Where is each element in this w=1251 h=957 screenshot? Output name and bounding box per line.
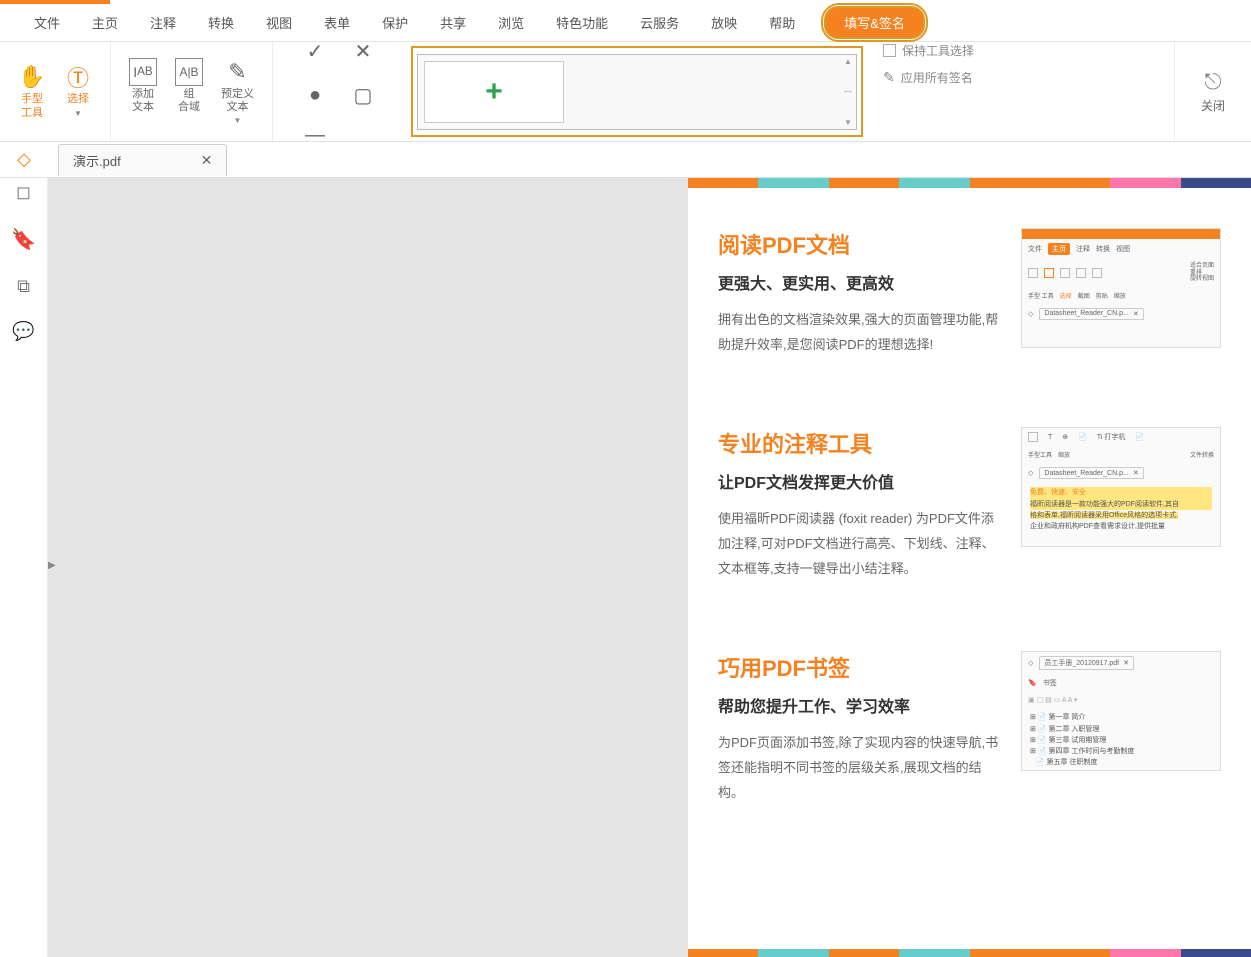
tool-add-text[interactable]: IAB 添加 文本 bbox=[123, 54, 163, 129]
side-panel-rail: ◻︎ 🔖 ⧉ 💬 bbox=[0, 178, 48, 957]
tool-combo-field[interactable]: A|B 组 合域 bbox=[169, 54, 209, 129]
annotate-icon[interactable]: ◇ bbox=[17, 149, 31, 169]
page-footer-colorbar bbox=[688, 949, 1251, 957]
tool-select[interactable]: Ⓣ 选择 ▼ bbox=[58, 59, 98, 123]
feature-body: 使用福昕PDF阅读器 (foxit reader) 为PDF文件添加注释,可对P… bbox=[718, 507, 1001, 581]
mark-line-icon[interactable]: — bbox=[301, 122, 329, 150]
menu-help[interactable]: 帮助 bbox=[755, 7, 809, 38]
bookmark-ribbon-icon[interactable]: 🔖 bbox=[11, 227, 36, 252]
expand-handle-icon[interactable]: ▶ bbox=[48, 560, 56, 571]
feature-title: 阅读PDF文档 bbox=[718, 228, 1001, 260]
document-viewport[interactable]: 阅读PDF文档 更强大、更实用、更高效 拥有出色的文档渲染效果,强大的页面管理功… bbox=[48, 178, 1251, 957]
opt-keep-tool[interactable]: 保持工具选择 bbox=[883, 42, 974, 59]
exit-icon: ⎋ bbox=[1204, 69, 1221, 95]
chevron-down-icon: ▼ bbox=[234, 116, 242, 125]
menu-comment[interactable]: 注释 bbox=[136, 7, 190, 38]
feature-subtitle: 帮助您提升工作、学习效率 bbox=[718, 693, 1001, 717]
page-right-content: 阅读PDF文档 更强大、更实用、更高效 拥有出色的文档渲染效果,强大的页面管理功… bbox=[688, 178, 1251, 957]
scroll-down-icon[interactable]: ▼ bbox=[844, 118, 852, 127]
menu-browse[interactable]: 浏览 bbox=[484, 7, 538, 38]
menu-fill-sign-highlight: 填写&签名 bbox=[821, 3, 928, 42]
plus-icon: + bbox=[485, 75, 503, 109]
document-tab[interactable]: 演示.pdf ✕ bbox=[58, 144, 227, 176]
signature-gallery-highlight: + ▲ — ▼ bbox=[411, 46, 863, 137]
text-cursor-icon: Ⓣ bbox=[64, 63, 92, 91]
tool-hand[interactable]: ✋ 手型 工具 bbox=[12, 59, 52, 123]
feature-block-annotate: 专业的注释工具 让PDF文档发挥更大价值 使用福昕PDF阅读器 (foxit r… bbox=[688, 387, 1251, 611]
document-tab-bar: ◇ 演示.pdf ✕ bbox=[0, 142, 1251, 178]
feature-title: 专业的注释工具 bbox=[718, 427, 1001, 459]
feature-thumbnail-annotate: T⊕📄Ti 打字机📄 手型工具缩放文件转换 ◇Datasheet_Reader_… bbox=[1021, 427, 1221, 547]
menu-home[interactable]: 主页 bbox=[78, 7, 132, 38]
feature-thumbnail-read: 文件 主页 注释 转换 视图 适合页面 重排 旋转视图 bbox=[1021, 228, 1221, 348]
close-tab-icon[interactable]: ✕ bbox=[201, 152, 213, 169]
menu-slideshow[interactable]: 放映 bbox=[697, 7, 751, 38]
bookmark-icon[interactable]: ◻︎ bbox=[16, 182, 31, 203]
add-signature-button[interactable]: + bbox=[424, 61, 564, 123]
feature-block-bookmark: 巧用PDF书签 帮助您提升工作、学习效率 为PDF页面添加书签,除了实现内容的快… bbox=[688, 611, 1251, 835]
add-text-icon: IAB bbox=[129, 58, 157, 86]
tool-predefined-text[interactable]: ✎ 预定义 文本 ▼ bbox=[215, 54, 260, 129]
feature-body: 为PDF页面添加书签,除了实现内容的快速导航,书签还能指明不同书签的层级关系,展… bbox=[718, 731, 1001, 805]
comments-icon[interactable]: 💬 bbox=[12, 321, 34, 342]
scroll-mid-icon: — bbox=[844, 87, 852, 96]
feature-body: 拥有出色的文档渲染效果,强大的页面管理功能,帮助提升效率,是您阅读PDF的理想选… bbox=[718, 308, 1001, 357]
menu-file[interactable]: 文件 bbox=[20, 7, 74, 38]
scroll-up-icon[interactable]: ▲ bbox=[844, 57, 852, 66]
pages-icon[interactable]: ⧉ bbox=[17, 276, 30, 297]
mark-x-icon[interactable]: ✕ bbox=[349, 38, 377, 66]
feature-subtitle: 更强大、更实用、更高效 bbox=[718, 270, 1001, 294]
menu-cloud[interactable]: 云服务 bbox=[626, 7, 693, 38]
mark-rect-icon[interactable]: ▢ bbox=[349, 82, 377, 110]
menu-fill-sign[interactable]: 填写&签名 bbox=[824, 6, 925, 39]
menu-share[interactable]: 共享 bbox=[426, 7, 480, 38]
menu-bar: 文件 主页 注释 转换 视图 表单 保护 共享 浏览 特色功能 云服务 放映 帮… bbox=[0, 4, 1251, 42]
page-left-blank bbox=[48, 178, 688, 957]
tab-title: 演示.pdf bbox=[73, 151, 121, 170]
combo-field-icon: A|B bbox=[175, 58, 203, 86]
menu-features[interactable]: 特色功能 bbox=[542, 7, 622, 38]
chevron-down-icon: ▼ bbox=[74, 109, 82, 118]
signature-scroll[interactable]: ▲ — ▼ bbox=[840, 55, 856, 129]
feature-subtitle: 让PDF文档发挥更大价值 bbox=[718, 469, 1001, 493]
predefined-text-icon: ✎ bbox=[224, 58, 252, 86]
feature-title: 巧用PDF书签 bbox=[718, 651, 1001, 683]
mark-dot-icon[interactable]: ● bbox=[301, 82, 329, 110]
hand-icon: ✋ bbox=[18, 63, 46, 91]
menu-convert[interactable]: 转换 bbox=[194, 7, 248, 38]
opt-apply-all[interactable]: ✎ 应用所有签名 bbox=[883, 69, 974, 86]
signature-gallery: + ▲ — ▼ bbox=[417, 54, 857, 130]
ribbon-toolbar: ✋ 手型 工具 Ⓣ 选择 ▼ IAB 添加 文本 A|B 组 合域 ✎ 预定义 … bbox=[0, 42, 1251, 142]
apply-sign-icon: ✎ bbox=[883, 69, 895, 86]
ribbon-close-button[interactable]: ⎋ 关闭 bbox=[1195, 65, 1231, 118]
feature-thumbnail-bookmark: ◇员工手册_20120917.pdf✕ 🔖书签 ▣ ▢ ▤ ▭ A A ▾ ⊞ … bbox=[1021, 651, 1221, 771]
checkbox-icon[interactable] bbox=[883, 44, 896, 57]
feature-block-read: 阅读PDF文档 更强大、更实用、更高效 拥有出色的文档渲染效果,强大的页面管理功… bbox=[688, 188, 1251, 387]
mark-check-icon[interactable]: ✓ bbox=[301, 38, 329, 66]
page-header-colorbar bbox=[688, 178, 1251, 188]
